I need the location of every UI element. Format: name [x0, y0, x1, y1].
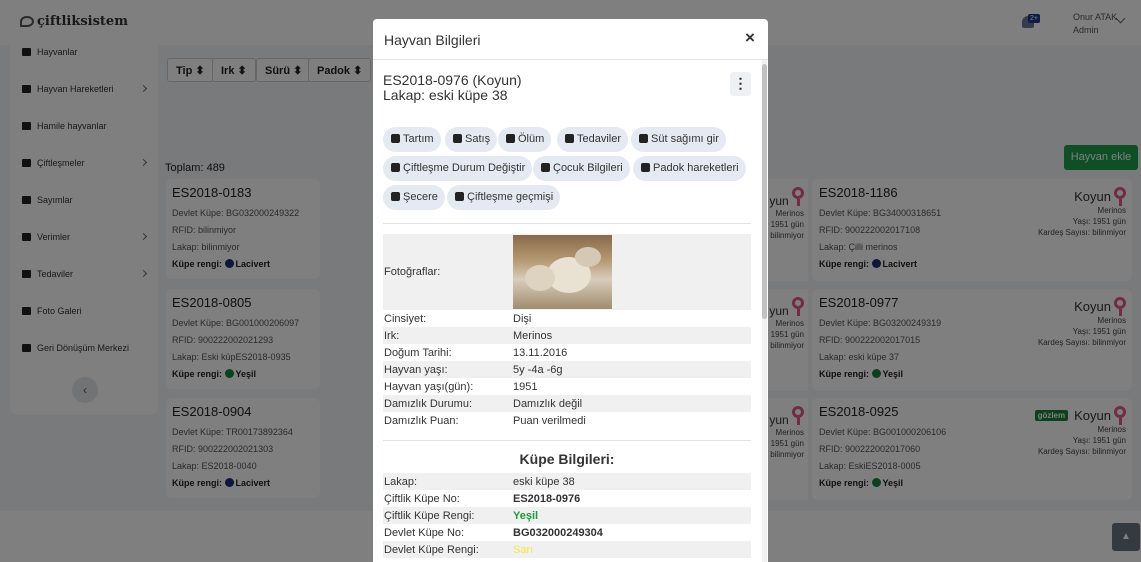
ear-tag-value: ES2018-0976 — [513, 493, 581, 505]
action-button-label: Şecere — [403, 191, 438, 203]
ear-tag-value: BG032000249304 — [513, 527, 603, 539]
action-button-label: Süt sağımı gir — [651, 133, 719, 145]
info-value: Dişi — [513, 313, 532, 325]
info-row: Irk: Merinos — [383, 327, 751, 344]
photos-label: Fotoğraflar: — [384, 266, 441, 278]
weight-icon — [391, 134, 400, 143]
action-button-9[interactable]: Şecere — [383, 185, 445, 210]
action-button-4[interactable]: Tedaviler — [557, 127, 629, 152]
action-button-label: Çocuk Bilgileri — [553, 162, 623, 174]
ear-tag-value: Yeşil — [513, 510, 539, 522]
animal-nickname: Lakap: eski küpe 38 — [383, 87, 508, 103]
skull-icon — [506, 134, 515, 143]
action-button-10[interactable]: Çiftleşme geçmişi — [447, 185, 561, 210]
ear-tag-label: Çiftlik Küpe No: — [384, 493, 460, 505]
modal-header: Hayvan Bilgileri × — [373, 19, 768, 60]
action-button-6[interactable]: Çiftleşme Durum Değiştir — [383, 156, 533, 181]
divider — [383, 440, 751, 441]
sheep-shape — [575, 247, 601, 267]
action-button-3[interactable]: Ölüm — [498, 127, 552, 152]
drop-icon — [639, 134, 648, 143]
info-label: Damızlık Puan: — [384, 415, 459, 427]
info-value: Damızlık değil — [513, 398, 583, 410]
info-value: 13.11.2016 — [513, 347, 568, 359]
info-row: Cinsiyet: Dişi — [383, 310, 751, 327]
close-icon[interactable]: × — [745, 28, 755, 48]
info-value: 1951 — [513, 381, 538, 393]
action-button-8[interactable]: Padok hareketleri — [633, 156, 746, 181]
info-label: Hayvan yaşı(gün): — [384, 381, 474, 393]
info-row: Doğum Tarihi: 13.11.2016 — [383, 344, 751, 361]
ear-tag-section-title: Küpe Bilgileri: — [519, 451, 615, 467]
sitemap-icon — [391, 192, 400, 201]
ear-tag-label: Çiftlik Küpe Rengi: — [384, 510, 475, 522]
action-button-label: Çiftleşme geçmişi — [467, 191, 554, 203]
action-button-label: Çiftleşme Durum Değiştir — [403, 162, 526, 174]
modal-scrollbar-thumb[interactable] — [762, 64, 767, 319]
action-button-5[interactable]: Süt sağımı gir — [631, 127, 726, 152]
action-button-label: Padok hareketleri — [653, 162, 739, 174]
info-label: Damızlık Durumu: — [384, 398, 473, 410]
action-button-1[interactable]: Tartım — [383, 127, 441, 152]
info-row: Hayvan yaşı: 5y -4a -6g — [383, 361, 751, 378]
info-row: Damızlık Puan: Puan verilmedi — [383, 412, 751, 429]
cubes-icon — [541, 163, 550, 172]
sheep-shape — [525, 265, 555, 291]
action-button-7[interactable]: Çocuk Bilgileri — [533, 156, 630, 181]
info-row: Hayvan yaşı(gün): 1951 — [383, 378, 751, 395]
modal-body: ES2018-0976 (Koyun) Lakap: eski küpe 38 … — [383, 60, 753, 562]
ear-tag-row: RFID Küpe No:900222002017057 — [383, 558, 751, 562]
ear-tag-row: Çiftlik Küpe No: ES2018-0976 — [383, 490, 751, 507]
ear-tag-row: Lakap: eski küpe 38 — [383, 473, 751, 490]
animal-info-modal: Hayvan Bilgileri × ES2018-0976 (Koyun) L… — [373, 19, 768, 562]
animal-photo[interactable] — [513, 235, 612, 309]
ear-tag-label: Lakap: — [384, 476, 418, 488]
sitemap-icon — [641, 163, 650, 172]
info-value: Puan verilmedi — [513, 415, 586, 427]
info-label: Doğum Tarihi: — [384, 347, 452, 359]
modal-title: Hayvan Bilgileri — [384, 32, 481, 48]
syringe-icon — [565, 134, 574, 143]
refresh-icon — [391, 163, 400, 172]
action-button-label: Tedaviler — [577, 133, 622, 145]
ear-tag-value: Sarı — [513, 544, 534, 556]
ear-tag-label: Devlet Küpe Rengi: — [384, 544, 479, 556]
ear-tag-row: Devlet Küpe Rengi: Sarı — [383, 541, 751, 558]
info-label: Cinsiyet: — [384, 313, 427, 325]
divider — [383, 223, 751, 224]
ear-tag-value: eski küpe 38 — [513, 476, 575, 488]
action-button-label: Ölüm — [518, 133, 545, 145]
ear-tag-row: Çiftlik Küpe Rengi: Yeşil — [383, 507, 751, 524]
info-label: Hayvan yaşı: — [384, 364, 448, 376]
more-options-button[interactable]: ⋮ — [730, 72, 751, 96]
animal-id: ES2018-0976 (Koyun) — [383, 72, 522, 88]
info-label: Irk: — [384, 330, 400, 342]
info-row: Damızlık Durumu: Damızlık değil — [383, 395, 751, 412]
lira-icon — [453, 134, 462, 143]
action-button-2[interactable]: Satış — [445, 127, 498, 152]
photos-row: Fotoğraflar: — [383, 234, 751, 310]
action-button-label: Satış — [465, 133, 491, 145]
action-button-label: Tartım — [403, 133, 434, 145]
info-value: Merinos — [513, 330, 553, 342]
ear-tag-row: Devlet Küpe No: BG032000249304 — [383, 524, 751, 541]
info-value: 5y -4a -6g — [513, 364, 563, 376]
ear-tag-label: Devlet Küpe No: — [384, 527, 465, 539]
sitemap-icon — [455, 192, 464, 201]
